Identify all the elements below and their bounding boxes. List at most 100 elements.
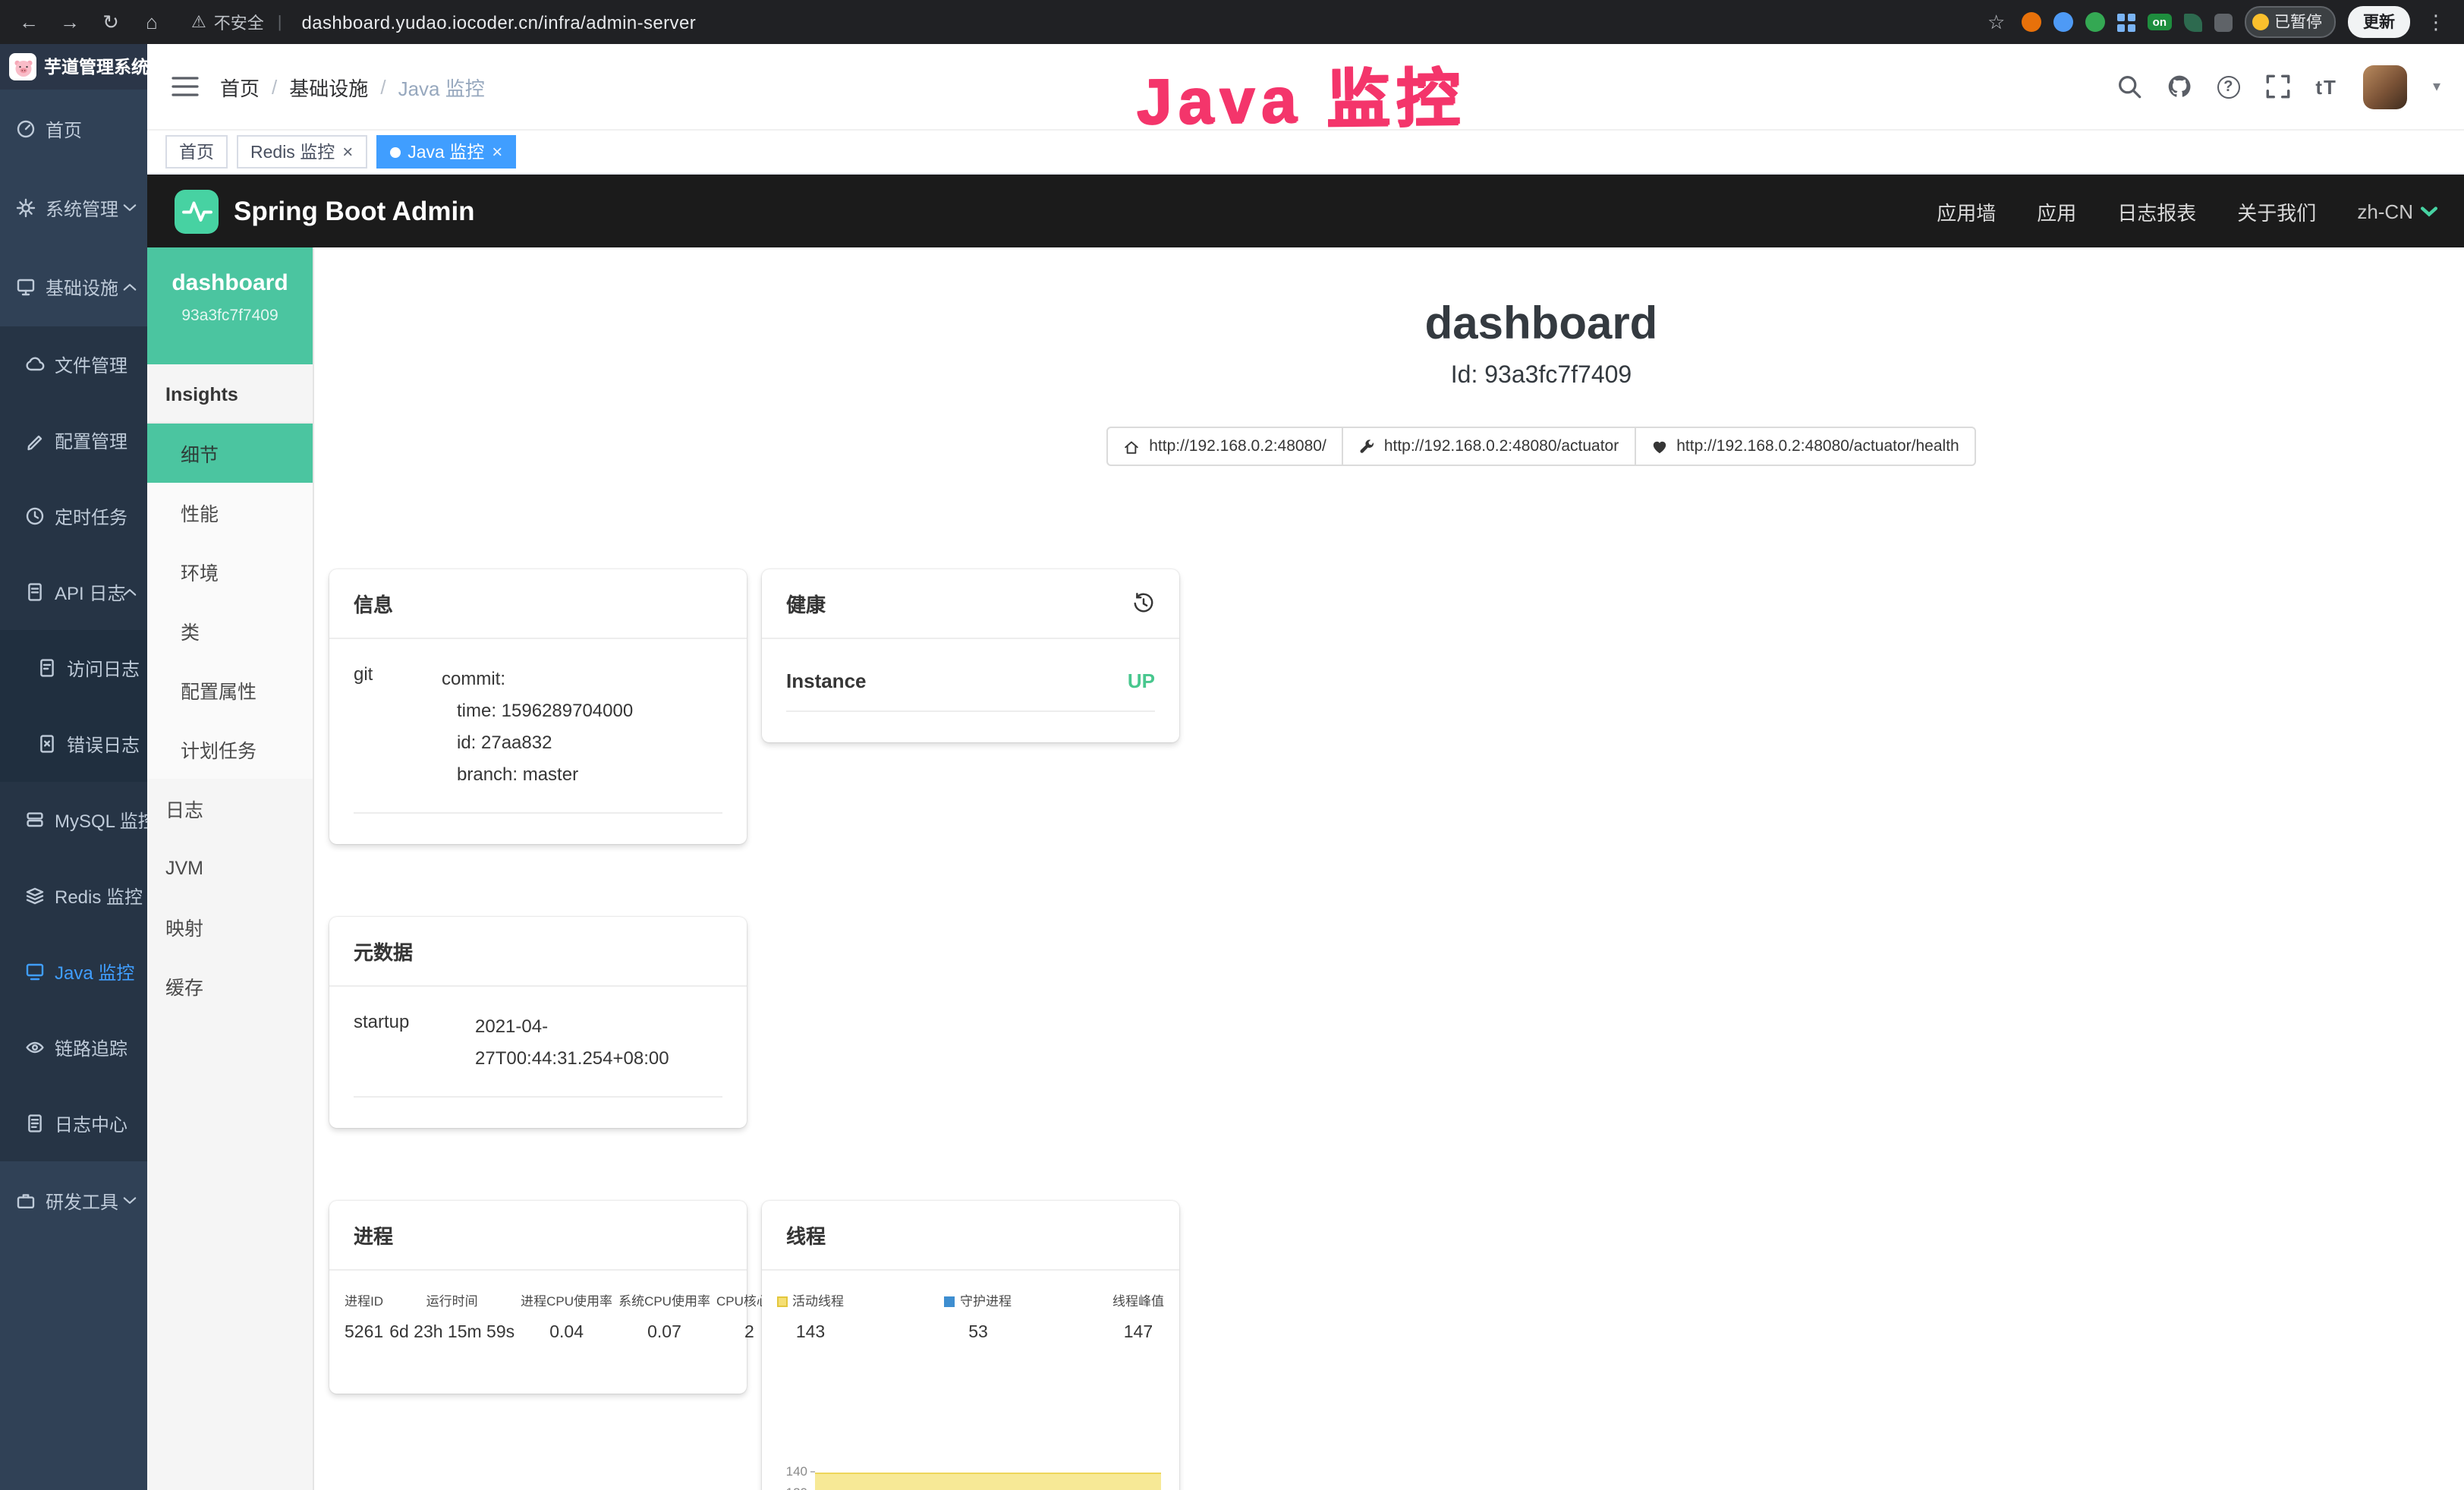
sidebar-item-config-management[interactable]: 配置管理 [0,402,147,478]
extension-green-icon[interactable] [2086,12,2106,32]
extension-on-badge[interactable]: on [2148,14,2171,30]
tab-label: Redis 监控 [250,140,335,164]
access-log-icon [36,657,58,679]
extension-blue-icon[interactable] [2054,12,2074,32]
back-icon[interactable]: ← [15,11,42,33]
stat-uptime: 运行时间 6d 23h 15m 59s [386,1292,518,1342]
git-row: git commit: time: 1596289704000 id: 27aa… [354,651,722,814]
pig-logo-icon [9,53,36,80]
metadata-card-title: 元数据 [329,917,747,987]
app-logo[interactable]: 芋道管理系统 [0,44,147,90]
instance-menu-scheduled-tasks[interactable]: 计划任务 [147,720,313,779]
sidebar-item-file-management[interactable]: 文件管理 [0,326,147,402]
sba-nav-applications[interactable]: 应用 [2037,197,2076,225]
actuator-url: http://192.168.0.2:48080/actuator [1384,437,1619,455]
bookmark-star-icon[interactable]: ☆ [1983,10,2010,34]
toolbox-icon [15,1190,36,1211]
extension-leaf-icon[interactable] [2183,13,2201,31]
tab-close-icon[interactable]: × [342,143,353,161]
sidebar-item-label: 系统管理 [46,195,118,221]
instance-menu-performance[interactable]: 性能 [147,483,313,542]
extension-grid-icon[interactable] [2118,13,2136,31]
instance-label: Instance [786,669,867,692]
app-title: 芋道管理系统 [44,55,147,79]
user-avatar[interactable] [2363,65,2407,109]
sba-nav-journal[interactable]: 日志报表 [2117,197,2196,225]
security-chip[interactable]: ⚠ 不安全 | [191,10,288,34]
startup-label: startup [354,1011,475,1075]
metadata-card: 元数据 startup 2021-04-27T00:44:31.254+08:0… [329,917,747,1128]
sidebar-item-label: 配置管理 [55,427,127,453]
instance-menu-config-props[interactable]: 配置属性 [147,660,313,720]
sidebar-item-error-logs[interactable]: 错误日志 [0,706,147,782]
reload-icon[interactable]: ↻ [97,10,124,34]
sba-locale-select[interactable]: zh-CN [2357,200,2437,222]
sba-brand-title: Spring Boot Admin [234,195,475,227]
startup-row: startup 2021-04-27T00:44:31.254+08:00 [354,999,722,1098]
browser-home-icon[interactable]: ⌂ [138,11,165,33]
breadcrumb-infrastructure[interactable]: 基础设施 [289,72,368,101]
instance-name: dashboard [147,270,313,296]
sidebar-item-access-logs[interactable]: 访问日志 [0,630,147,706]
instance-menu-logs[interactable]: 日志 [147,779,313,838]
github-icon[interactable] [2167,74,2191,99]
forward-icon[interactable]: → [56,11,83,33]
sidebar-item-label: 访问日志 [67,655,140,681]
cloud-icon [24,354,46,375]
sidebar-item-redis-monitor[interactable]: Redis 监控 [0,858,147,934]
sidebar-item-java-monitor[interactable]: Java 监控 [0,934,147,1010]
actuator-url-button[interactable]: http://192.168.0.2:48080/actuator [1342,427,1635,466]
sidebar-item-trace[interactable]: 链路追踪 [0,1010,147,1085]
instance-menu-mappings[interactable]: 映射 [147,897,313,956]
threads-card: 线程 活动线程 143 [762,1201,1179,1490]
sidebar-item-home[interactable]: 首页 [0,90,147,169]
threads-stats: 活动线程 143 守护进程 [762,1283,1179,1363]
sidebar-item-label: 日志中心 [55,1110,127,1136]
sba-nav-about[interactable]: 关于我们 [2237,197,2316,225]
breadcrumb-current: Java 监控 [398,72,485,101]
browser-menu-icon[interactable]: ⋮ [2422,10,2450,34]
tab-java-monitor[interactable]: Java 监控 × [376,135,516,169]
instance-menu-classes[interactable]: 类 [147,601,313,660]
breadcrumb-home[interactable]: 首页 [220,72,260,101]
help-icon[interactable]: ? [2217,75,2239,98]
instance-menu-environment[interactable]: 环境 [147,542,313,601]
tab-label: Java 监控 [408,140,484,164]
sidebar-item-api-logs[interactable]: API 日志 [0,554,147,630]
divider: | [278,13,282,31]
sidebar-item-scheduled-jobs[interactable]: 定时任务 [0,478,147,554]
tab-close-icon[interactable]: × [492,143,502,161]
sidebar-item-dev-tools[interactable]: 研发工具 [0,1161,147,1240]
health-url-button[interactable]: http://192.168.0.2:48080/actuator/health [1634,427,1975,466]
instance-menu-caches[interactable]: 缓存 [147,956,313,1016]
tab-home[interactable]: 首页 [165,135,228,169]
sidebar-item-system[interactable]: 系统管理 [0,169,147,247]
avatar-caret-icon[interactable]: ▾ [2433,78,2440,95]
tab-redis-monitor[interactable]: Redis 监控 × [237,135,367,169]
service-url-button[interactable]: http://192.168.0.2:48080/ [1106,427,1343,466]
sidebar-item-log-center[interactable]: 日志中心 [0,1085,147,1161]
extension-orange-icon[interactable] [2022,12,2042,32]
profile-paused-badge[interactable]: 已暂停 [2244,6,2336,38]
extensions-puzzle-icon[interactable] [2214,13,2232,31]
history-icon[interactable] [1132,592,1155,615]
status-badge: UP [1128,669,1155,692]
sidebar-item-mysql-monitor[interactable]: MySQL 监控 [0,782,147,858]
sidebar-item-label: API 日志 [55,579,125,605]
sidebar-item-infrastructure[interactable]: 基础设施 [0,247,147,326]
search-icon[interactable] [2116,74,2141,99]
hamburger-icon[interactable] [172,76,199,97]
chevron-down-icon [2421,206,2437,216]
main-sidebar: 芋道管理系统 首页 系统管理 基础设施 文件管理 [0,44,147,1490]
breadcrumb: 首页 / 基础设施 / Java 监控 [220,72,485,101]
sba-nav-wall[interactable]: 应用墙 [1937,197,1996,225]
update-button[interactable]: 更新 [2348,6,2410,38]
instance-header[interactable]: dashboard 93a3fc7f7409 [147,247,313,364]
log-center-icon [24,1113,46,1134]
address-bar[interactable]: dashboard.yudao.iocoder.cn/infra/admin-s… [301,11,696,33]
instance-menu-jvm[interactable]: JVM [147,838,313,897]
fullscreen-icon[interactable] [2265,74,2289,99]
font-size-icon[interactable]: tT [2315,75,2337,98]
instance-menu-details[interactable]: 细节 [147,424,313,483]
sba-header: Spring Boot Admin 应用墙 应用 日志报表 关于我们 zh-CN [147,175,2464,247]
